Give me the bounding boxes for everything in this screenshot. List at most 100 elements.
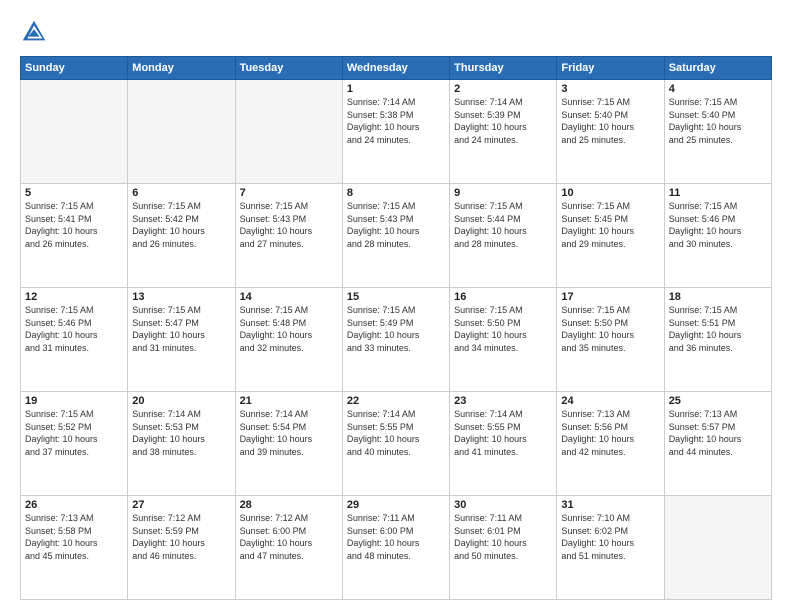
weekday-header-saturday: Saturday <box>664 57 771 80</box>
day-info: Sunrise: 7:14 AM Sunset: 5:39 PM Dayligh… <box>454 96 552 146</box>
calendar-cell: 20Sunrise: 7:14 AM Sunset: 5:53 PM Dayli… <box>128 392 235 496</box>
day-info: Sunrise: 7:14 AM Sunset: 5:38 PM Dayligh… <box>347 96 445 146</box>
calendar-cell: 9Sunrise: 7:15 AM Sunset: 5:44 PM Daylig… <box>450 184 557 288</box>
day-info: Sunrise: 7:15 AM Sunset: 5:45 PM Dayligh… <box>561 200 659 250</box>
day-info: Sunrise: 7:10 AM Sunset: 6:02 PM Dayligh… <box>561 512 659 562</box>
calendar-cell: 27Sunrise: 7:12 AM Sunset: 5:59 PM Dayli… <box>128 496 235 600</box>
page: SundayMondayTuesdayWednesdayThursdayFrid… <box>0 0 792 612</box>
day-number: 12 <box>25 291 123 303</box>
calendar-cell: 22Sunrise: 7:14 AM Sunset: 5:55 PM Dayli… <box>342 392 449 496</box>
day-number: 31 <box>561 499 659 511</box>
weekday-header-row: SundayMondayTuesdayWednesdayThursdayFrid… <box>21 57 772 80</box>
day-info: Sunrise: 7:13 AM Sunset: 5:58 PM Dayligh… <box>25 512 123 562</box>
week-row-3: 19Sunrise: 7:15 AM Sunset: 5:52 PM Dayli… <box>21 392 772 496</box>
calendar-cell: 4Sunrise: 7:15 AM Sunset: 5:40 PM Daylig… <box>664 80 771 184</box>
day-info: Sunrise: 7:15 AM Sunset: 5:43 PM Dayligh… <box>240 200 338 250</box>
calendar-table: SundayMondayTuesdayWednesdayThursdayFrid… <box>20 56 772 600</box>
calendar-cell: 21Sunrise: 7:14 AM Sunset: 5:54 PM Dayli… <box>235 392 342 496</box>
weekday-header-wednesday: Wednesday <box>342 57 449 80</box>
day-info: Sunrise: 7:15 AM Sunset: 5:43 PM Dayligh… <box>347 200 445 250</box>
calendar-cell: 15Sunrise: 7:15 AM Sunset: 5:49 PM Dayli… <box>342 288 449 392</box>
day-number: 7 <box>240 187 338 199</box>
day-number: 18 <box>669 291 767 303</box>
day-info: Sunrise: 7:15 AM Sunset: 5:40 PM Dayligh… <box>669 96 767 146</box>
weekday-header-sunday: Sunday <box>21 57 128 80</box>
day-number: 19 <box>25 395 123 407</box>
day-number: 27 <box>132 499 230 511</box>
day-number: 15 <box>347 291 445 303</box>
day-info: Sunrise: 7:13 AM Sunset: 5:56 PM Dayligh… <box>561 408 659 458</box>
day-info: Sunrise: 7:15 AM Sunset: 5:46 PM Dayligh… <box>25 304 123 354</box>
day-number: 17 <box>561 291 659 303</box>
day-info: Sunrise: 7:15 AM Sunset: 5:41 PM Dayligh… <box>25 200 123 250</box>
day-info: Sunrise: 7:15 AM Sunset: 5:51 PM Dayligh… <box>669 304 767 354</box>
day-number: 26 <box>25 499 123 511</box>
calendar-cell <box>128 80 235 184</box>
calendar-cell: 28Sunrise: 7:12 AM Sunset: 6:00 PM Dayli… <box>235 496 342 600</box>
calendar-cell <box>21 80 128 184</box>
calendar-cell: 12Sunrise: 7:15 AM Sunset: 5:46 PM Dayli… <box>21 288 128 392</box>
calendar-cell: 16Sunrise: 7:15 AM Sunset: 5:50 PM Dayli… <box>450 288 557 392</box>
calendar-cell: 10Sunrise: 7:15 AM Sunset: 5:45 PM Dayli… <box>557 184 664 288</box>
calendar-cell: 17Sunrise: 7:15 AM Sunset: 5:50 PM Dayli… <box>557 288 664 392</box>
day-info: Sunrise: 7:15 AM Sunset: 5:40 PM Dayligh… <box>561 96 659 146</box>
day-number: 23 <box>454 395 552 407</box>
week-row-2: 12Sunrise: 7:15 AM Sunset: 5:46 PM Dayli… <box>21 288 772 392</box>
calendar-cell: 18Sunrise: 7:15 AM Sunset: 5:51 PM Dayli… <box>664 288 771 392</box>
calendar-cell: 24Sunrise: 7:13 AM Sunset: 5:56 PM Dayli… <box>557 392 664 496</box>
day-number: 6 <box>132 187 230 199</box>
weekday-header-friday: Friday <box>557 57 664 80</box>
day-number: 1 <box>347 83 445 95</box>
calendar-cell: 6Sunrise: 7:15 AM Sunset: 5:42 PM Daylig… <box>128 184 235 288</box>
weekday-header-monday: Monday <box>128 57 235 80</box>
day-info: Sunrise: 7:15 AM Sunset: 5:46 PM Dayligh… <box>669 200 767 250</box>
day-number: 10 <box>561 187 659 199</box>
day-info: Sunrise: 7:11 AM Sunset: 6:01 PM Dayligh… <box>454 512 552 562</box>
day-number: 5 <box>25 187 123 199</box>
calendar-cell: 23Sunrise: 7:14 AM Sunset: 5:55 PM Dayli… <box>450 392 557 496</box>
day-number: 25 <box>669 395 767 407</box>
day-number: 21 <box>240 395 338 407</box>
day-number: 8 <box>347 187 445 199</box>
week-row-0: 1Sunrise: 7:14 AM Sunset: 5:38 PM Daylig… <box>21 80 772 184</box>
logo-icon <box>20 18 48 46</box>
day-number: 2 <box>454 83 552 95</box>
day-info: Sunrise: 7:15 AM Sunset: 5:42 PM Dayligh… <box>132 200 230 250</box>
day-number: 22 <box>347 395 445 407</box>
calendar-cell: 29Sunrise: 7:11 AM Sunset: 6:00 PM Dayli… <box>342 496 449 600</box>
day-info: Sunrise: 7:14 AM Sunset: 5:55 PM Dayligh… <box>347 408 445 458</box>
day-number: 4 <box>669 83 767 95</box>
calendar-cell: 30Sunrise: 7:11 AM Sunset: 6:01 PM Dayli… <box>450 496 557 600</box>
day-info: Sunrise: 7:12 AM Sunset: 5:59 PM Dayligh… <box>132 512 230 562</box>
calendar-cell: 13Sunrise: 7:15 AM Sunset: 5:47 PM Dayli… <box>128 288 235 392</box>
calendar-cell: 7Sunrise: 7:15 AM Sunset: 5:43 PM Daylig… <box>235 184 342 288</box>
calendar-cell: 19Sunrise: 7:15 AM Sunset: 5:52 PM Dayli… <box>21 392 128 496</box>
calendar-cell <box>664 496 771 600</box>
day-info: Sunrise: 7:15 AM Sunset: 5:52 PM Dayligh… <box>25 408 123 458</box>
day-number: 11 <box>669 187 767 199</box>
day-number: 20 <box>132 395 230 407</box>
day-info: Sunrise: 7:11 AM Sunset: 6:00 PM Dayligh… <box>347 512 445 562</box>
day-number: 28 <box>240 499 338 511</box>
calendar-cell: 8Sunrise: 7:15 AM Sunset: 5:43 PM Daylig… <box>342 184 449 288</box>
day-info: Sunrise: 7:15 AM Sunset: 5:47 PM Dayligh… <box>132 304 230 354</box>
day-number: 3 <box>561 83 659 95</box>
calendar-cell: 14Sunrise: 7:15 AM Sunset: 5:48 PM Dayli… <box>235 288 342 392</box>
calendar-cell: 26Sunrise: 7:13 AM Sunset: 5:58 PM Dayli… <box>21 496 128 600</box>
day-info: Sunrise: 7:15 AM Sunset: 5:49 PM Dayligh… <box>347 304 445 354</box>
calendar-cell: 2Sunrise: 7:14 AM Sunset: 5:39 PM Daylig… <box>450 80 557 184</box>
calendar-cell: 3Sunrise: 7:15 AM Sunset: 5:40 PM Daylig… <box>557 80 664 184</box>
day-info: Sunrise: 7:12 AM Sunset: 6:00 PM Dayligh… <box>240 512 338 562</box>
day-number: 24 <box>561 395 659 407</box>
week-row-4: 26Sunrise: 7:13 AM Sunset: 5:58 PM Dayli… <box>21 496 772 600</box>
logo <box>20 18 52 46</box>
day-number: 16 <box>454 291 552 303</box>
day-number: 9 <box>454 187 552 199</box>
day-info: Sunrise: 7:15 AM Sunset: 5:50 PM Dayligh… <box>561 304 659 354</box>
day-number: 13 <box>132 291 230 303</box>
day-info: Sunrise: 7:14 AM Sunset: 5:55 PM Dayligh… <box>454 408 552 458</box>
day-number: 29 <box>347 499 445 511</box>
day-number: 14 <box>240 291 338 303</box>
day-number: 30 <box>454 499 552 511</box>
weekday-header-thursday: Thursday <box>450 57 557 80</box>
